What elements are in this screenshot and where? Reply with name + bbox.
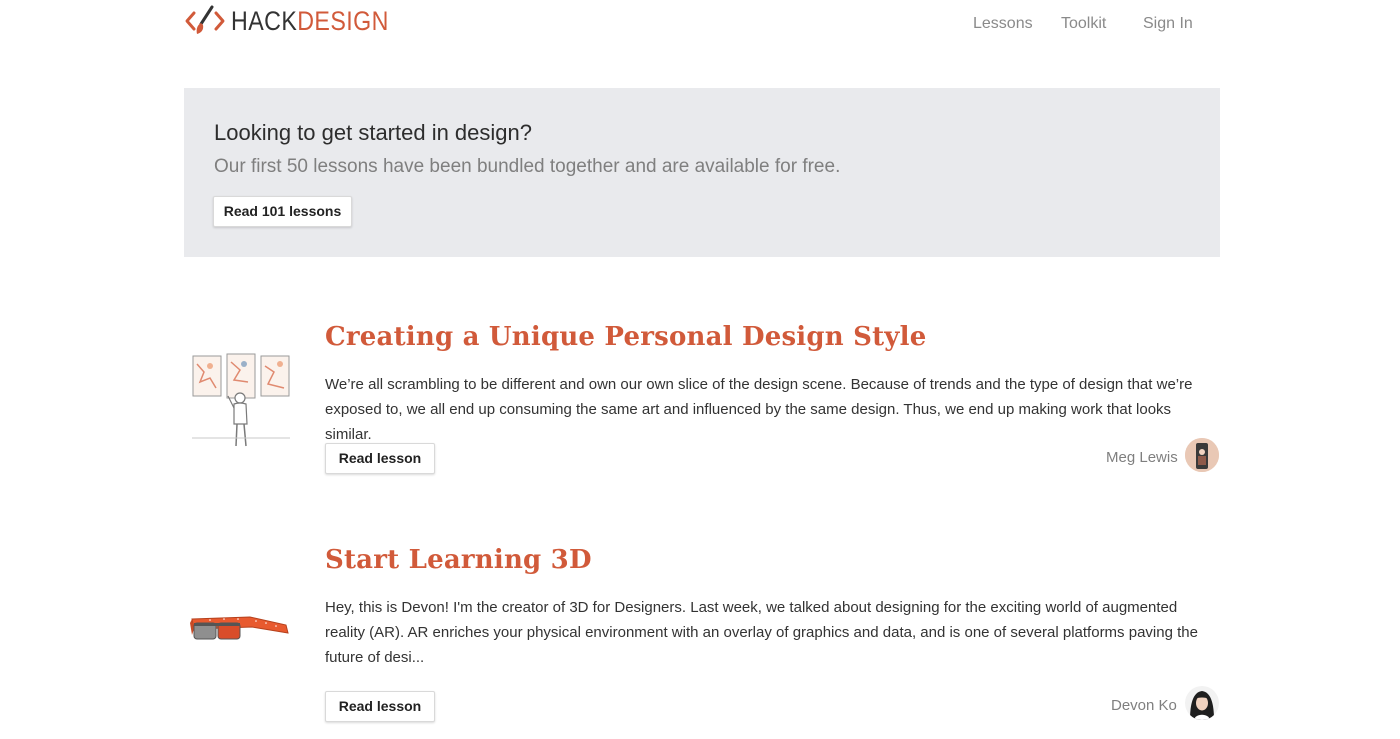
nav-sign-in-link[interactable]: Sign In	[1143, 12, 1193, 36]
read-101-lessons-button[interactable]: Read 101 lessons	[213, 196, 352, 227]
lesson-title-link[interactable]: Creating a Unique Personal Design Style	[325, 320, 926, 354]
site-header: HACKDESIGN Lessons Toolkit Sign In	[0, 0, 1400, 50]
avatar[interactable]	[1185, 438, 1219, 472]
avatar[interactable]	[1185, 686, 1219, 720]
banner-title: Looking to get started in design?	[214, 120, 533, 145]
nav-lessons-link[interactable]: Lessons	[973, 12, 1033, 36]
get-started-banner: Looking to get started in design? Our fi…	[184, 88, 1220, 257]
author-name[interactable]: Devon Ko	[1111, 695, 1177, 717]
lesson-excerpt: Hey, this is Devon! I'm the creator of 3…	[325, 599, 1198, 666]
brush-code-icon	[185, 4, 225, 38]
hackdesign-logo[interactable]: HACKDESIGN	[185, 4, 415, 38]
logo-wordmark: HACKDESIGN	[231, 4, 389, 38]
art-gallery-thumbnail	[190, 352, 292, 457]
lesson-title-link[interactable]: Start Learning 3D	[325, 543, 592, 577]
logo-hack-text: HACK	[231, 6, 298, 36]
lesson-excerpt: We’re all scrambling to be different and…	[325, 376, 1193, 443]
banner-subtitle: Our first 50 lessons have been bundled t…	[214, 156, 841, 177]
author-name[interactable]: Meg Lewis	[1106, 447, 1178, 469]
read-lesson-button[interactable]: Read lesson	[325, 691, 435, 722]
logo-design-text: DESIGN	[297, 6, 389, 36]
nav-toolkit-link[interactable]: Toolkit	[1061, 12, 1106, 36]
read-lesson-button[interactable]: Read lesson	[325, 443, 435, 474]
3d-glasses-thumbnail	[190, 605, 290, 652]
